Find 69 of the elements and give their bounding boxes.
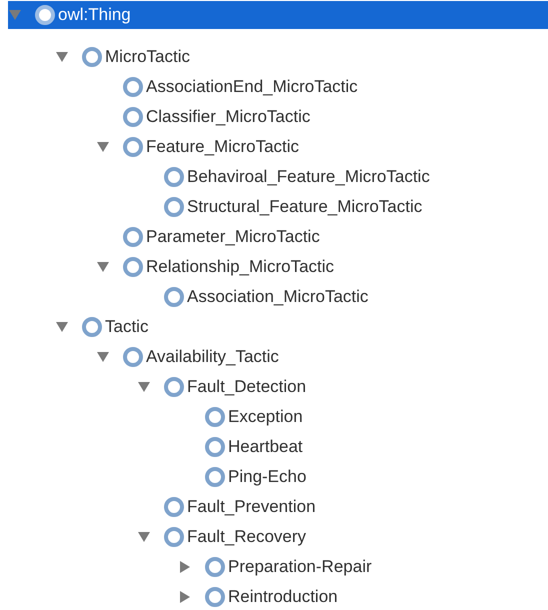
class-icon <box>123 77 143 97</box>
collapse-triangle-icon[interactable] <box>97 141 109 153</box>
tree-item[interactable]: Preparation-Repair <box>178 553 548 581</box>
expand-triangle-icon[interactable] <box>179 561 191 573</box>
class-icon <box>164 497 184 517</box>
tree-item[interactable]: Availability_Tactic <box>96 343 548 371</box>
class-label: Fault_Recovery <box>187 527 306 547</box>
tree-item[interactable]: Heartbeat <box>178 433 548 461</box>
tree-item[interactable]: owl:Thing <box>8 1 548 29</box>
class-icon <box>205 557 225 577</box>
class-label: Classifier_MicroTactic <box>146 107 310 127</box>
class-icon <box>123 257 143 277</box>
class-label: Parameter_MicroTactic <box>146 227 320 247</box>
class-label: Exception <box>228 407 303 427</box>
class-label: owl:Thing <box>58 5 131 25</box>
class-icon <box>205 467 225 487</box>
tree-item[interactable]: Reintroduction <box>178 583 548 610</box>
class-icon <box>123 107 143 127</box>
class-label: Feature_MicroTactic <box>146 137 300 157</box>
collapse-triangle-icon[interactable] <box>138 381 150 393</box>
class-icon <box>164 377 184 397</box>
class-icon <box>164 197 184 217</box>
class-label: Fault_Detection <box>187 377 306 397</box>
tree-item[interactable]: Behaviroal_Feature_MicroTactic <box>137 163 548 191</box>
tree-item[interactable]: Fault_Detection <box>137 373 548 401</box>
class-label: Behaviroal_Feature_MicroTactic <box>187 167 430 187</box>
class-icon <box>123 137 143 157</box>
class-label: Structural_Feature_MicroTactic <box>187 197 422 217</box>
tree-item[interactable]: Relationship_MicroTactic <box>96 253 548 281</box>
class-label: Preparation-Repair <box>228 557 372 577</box>
class-icon <box>164 287 184 307</box>
tree-item[interactable]: Classifier_MicroTactic <box>96 103 548 131</box>
class-icon <box>205 437 225 457</box>
class-icon <box>205 407 225 427</box>
class-label: Association_MicroTactic <box>187 287 368 307</box>
class-label: Tactic <box>105 317 148 337</box>
collapse-triangle-icon[interactable] <box>138 531 150 543</box>
class-label: Relationship_MicroTactic <box>146 257 334 277</box>
class-label: Availability_Tactic <box>146 347 279 367</box>
collapse-triangle-icon[interactable] <box>97 351 109 363</box>
expand-triangle-icon[interactable] <box>179 591 191 603</box>
class-label: Fault_Prevention <box>187 497 316 517</box>
class-icon <box>82 47 102 67</box>
class-icon <box>164 527 184 547</box>
class-label: MicroTactic <box>105 47 190 67</box>
class-icon <box>82 317 102 337</box>
collapse-triangle-icon[interactable] <box>56 51 68 63</box>
class-icon <box>164 167 184 187</box>
tree-item[interactable]: Association_MicroTactic <box>137 283 548 311</box>
tree-item[interactable]: Tactic <box>55 313 548 341</box>
tree-item[interactable]: Structural_Feature_MicroTactic <box>137 193 548 221</box>
tree-item[interactable]: AssociationEnd_MicroTactic <box>96 73 548 101</box>
tree-item[interactable]: Parameter_MicroTactic <box>96 223 548 251</box>
tree-item[interactable]: Feature_MicroTactic <box>96 133 548 161</box>
class-icon <box>123 347 143 367</box>
tree-item[interactable]: Fault_Prevention <box>137 493 548 521</box>
class-label: Ping-Echo <box>228 467 306 487</box>
class-label: Reintroduction <box>228 587 338 607</box>
tree-item[interactable]: Ping-Echo <box>178 463 548 491</box>
class-icon <box>123 227 143 247</box>
class-icon <box>35 5 55 25</box>
collapse-triangle-icon[interactable] <box>97 261 109 273</box>
tree-item[interactable]: Exception <box>178 403 548 431</box>
tree-item[interactable]: Fault_Recovery <box>137 523 548 551</box>
collapse-triangle-icon[interactable] <box>56 321 68 333</box>
class-label: AssociationEnd_MicroTactic <box>146 77 358 97</box>
class-label: Heartbeat <box>228 437 303 457</box>
tree-item[interactable]: MicroTactic <box>55 43 548 71</box>
class-icon <box>205 587 225 607</box>
